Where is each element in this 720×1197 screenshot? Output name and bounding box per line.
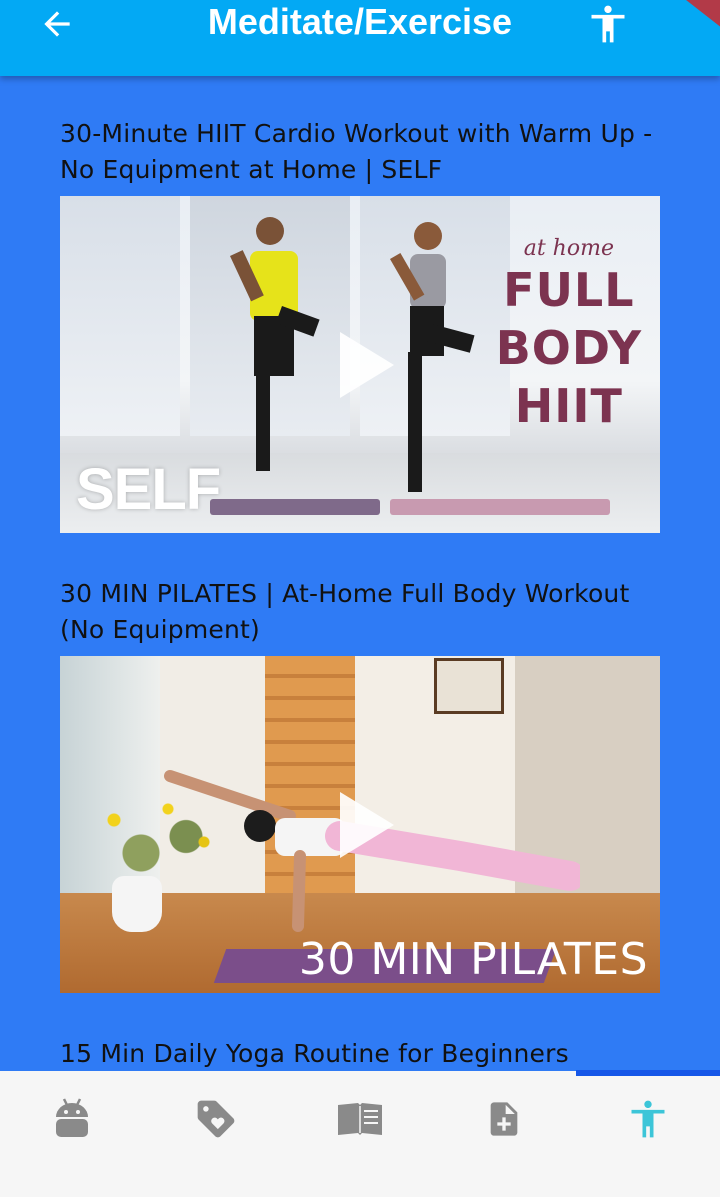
video-thumbnail[interactable]: 30 MIN PILATES bbox=[60, 656, 660, 993]
vase bbox=[112, 876, 162, 932]
bottom-navigation bbox=[0, 1070, 720, 1197]
video-item[interactable]: 30-Minute HIIT Cardio Workout with Warm … bbox=[60, 116, 660, 533]
accessibility-icon bbox=[591, 5, 625, 43]
nav-item-android[interactable] bbox=[0, 1071, 144, 1167]
video-list[interactable]: 30-Minute HIIT Cardio Workout with Warm … bbox=[0, 76, 720, 1071]
thumbnail-subtitle: at home bbox=[523, 236, 614, 261]
book-icon bbox=[338, 1103, 382, 1135]
tag-heart-icon bbox=[197, 1100, 235, 1138]
nav-item-add-note[interactable] bbox=[432, 1071, 576, 1167]
accessibility-button[interactable] bbox=[582, 0, 634, 48]
video-thumbnail[interactable]: at home FULL BODY HIIT SELF bbox=[60, 196, 660, 533]
thumbnail-caption: 30 MIN PILATES bbox=[298, 934, 648, 985]
thumbnail-headline: at home FULL BODY HIIT bbox=[496, 236, 642, 435]
video-item[interactable]: 15 Min Daily Yoga Routine for Beginners bbox=[60, 1036, 660, 1071]
accessibility-icon bbox=[631, 1100, 665, 1138]
play-icon[interactable] bbox=[336, 330, 396, 400]
video-item[interactable]: 30 MIN PILATES | At-Home Full Body Worko… bbox=[60, 576, 660, 993]
thumbnail-headline-line: HIIT bbox=[514, 379, 623, 433]
app-bar: Meditate/Exercise bbox=[0, 0, 720, 76]
person-figure bbox=[230, 217, 320, 471]
add-document-icon bbox=[490, 1102, 518, 1136]
channel-logo: SELF bbox=[76, 457, 221, 522]
video-title: 30 MIN PILATES | At-Home Full Body Worko… bbox=[60, 579, 630, 644]
nav-item-journal[interactable] bbox=[288, 1071, 432, 1167]
video-title: 30-Minute HIIT Cardio Workout with Warm … bbox=[60, 119, 653, 184]
play-icon[interactable] bbox=[336, 790, 396, 860]
picture-frame bbox=[434, 658, 504, 714]
window bbox=[60, 196, 180, 436]
thumbnail-headline-line: BODY bbox=[495, 321, 642, 375]
video-title: 15 Min Daily Yoga Routine for Beginners bbox=[60, 1039, 569, 1068]
nav-item-exercise[interactable] bbox=[576, 1071, 720, 1167]
thumbnail-headline-line: FULL bbox=[503, 263, 635, 317]
android-icon bbox=[56, 1098, 88, 1137]
nav-item-tags[interactable] bbox=[144, 1071, 288, 1167]
